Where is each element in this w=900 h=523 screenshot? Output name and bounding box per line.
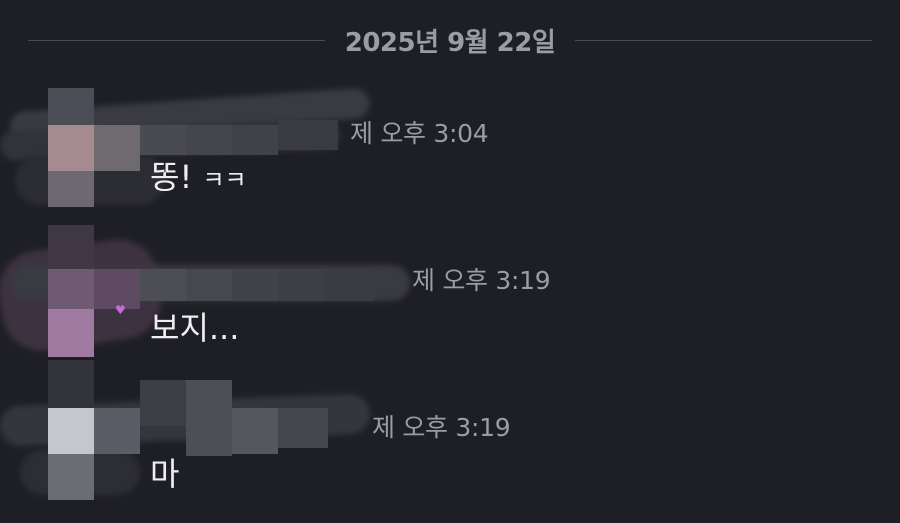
date-label: 2025년 9월 22일 — [344, 27, 556, 58]
message-text[interactable]: 똥! ㅋㅋ — [150, 152, 247, 198]
redacted-sender — [0, 360, 380, 510]
message-timestamp: 제 오후 3:19 — [412, 266, 551, 295]
message-text-main: 똥! — [150, 158, 193, 196]
message-timestamp: 제 오후 3:04 — [350, 119, 489, 148]
message-text[interactable]: 보지... — [150, 303, 239, 349]
date-divider: 2025년 9월 22일 — [28, 20, 872, 60]
message-text-suffix: ㅋㅋ — [202, 166, 247, 194]
message-text[interactable]: 마 — [150, 449, 179, 495]
divider-line-right — [575, 39, 872, 41]
message-timestamp: 제 오후 3:19 — [372, 413, 511, 442]
divider-line-left — [28, 39, 325, 41]
heart-icon: ♥ — [115, 303, 126, 317]
